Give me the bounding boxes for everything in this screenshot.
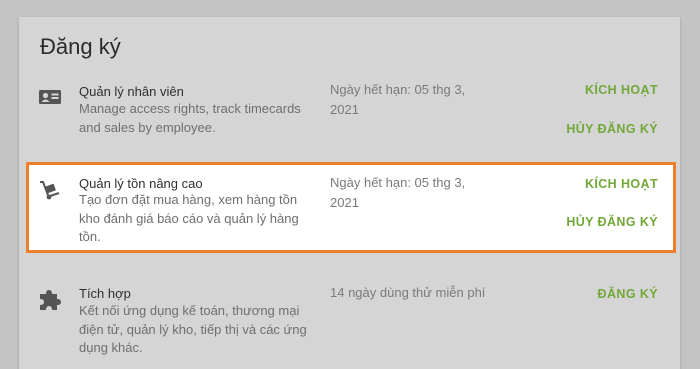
activate-button[interactable]: KÍCH HOẠT [585,83,658,97]
highlight-frame [26,162,676,253]
puzzle-piece-icon [37,286,63,312]
subscription-row-employee-management: Quản lý nhân viên Manage access rights, … [19,78,680,148]
subscribe-button[interactable]: ĐĂNG KÝ [598,287,658,301]
subscription-expiry: 14 ngày dùng thử miễn phí [330,285,486,300]
subscription-row-integration: Tích hợp Kết nối ứng dụng kế toán, thươn… [19,282,680,362]
page-title: Đăng ký [40,34,121,59]
subscription-expiry: Ngày hết hạn: 05 thg 3, 2021 [330,82,466,117]
unsubscribe-button[interactable]: HỦY ĐĂNG KÝ [566,122,658,136]
subscription-description: Manage access rights, track timecards an… [79,101,301,135]
subscription-name: Quản lý nhân viên [79,84,184,99]
subscription-name: Tích hợp [79,286,131,301]
subscription-description: Kết nối ứng dụng kế toán, thương mại điệ… [79,303,307,355]
id-card-icon [37,84,63,110]
